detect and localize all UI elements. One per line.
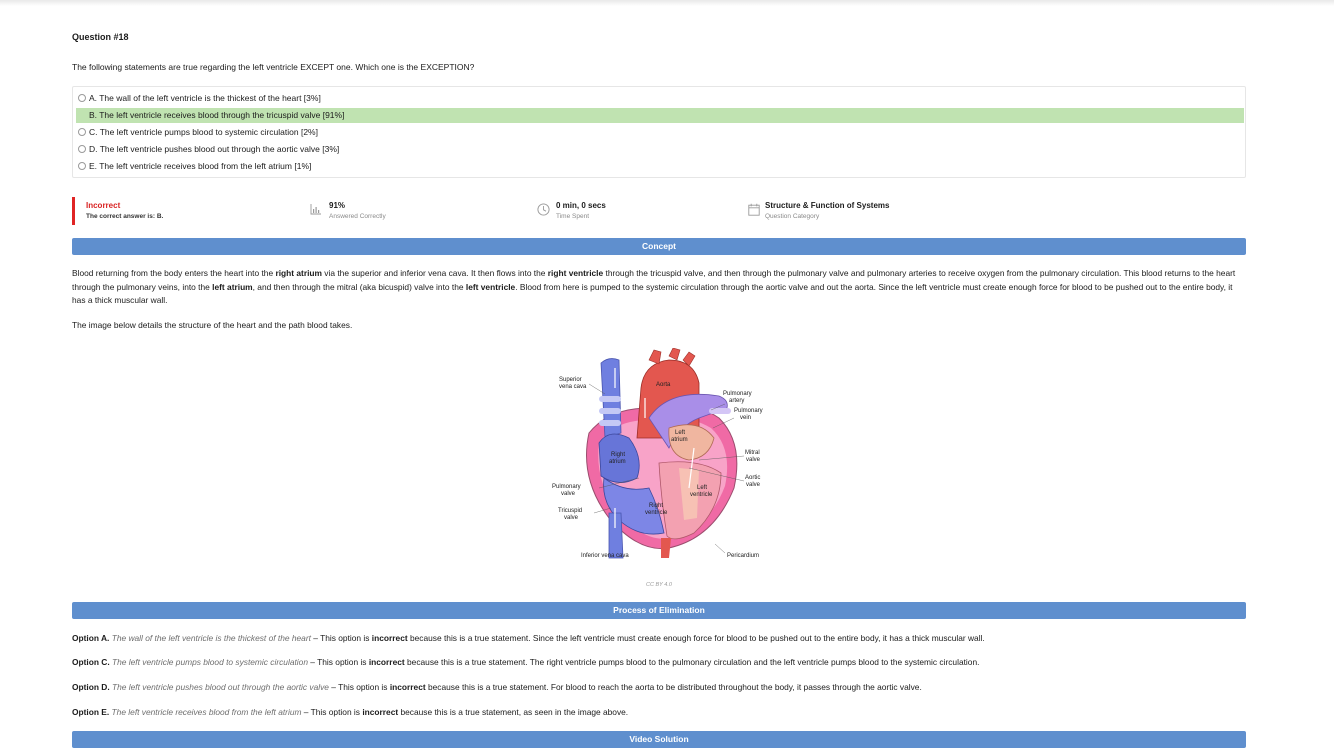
svg-text:valve: valve	[564, 515, 579, 521]
result-stats: Incorrect The correct answer is: B. 91% …	[72, 197, 1246, 225]
svg-text:vein: vein	[740, 415, 751, 421]
svg-text:valve: valve	[746, 457, 761, 463]
radio-a[interactable]	[78, 94, 86, 102]
label-inferior-vena-cava: Inferior vena cava	[581, 553, 629, 559]
video-solution-header[interactable]: Video Solution	[72, 731, 1246, 748]
elimination-item-e: Option E. The left ventricle receives bl…	[72, 707, 629, 717]
question-category-label: Question Category	[765, 213, 820, 220]
radio-e[interactable]	[78, 162, 86, 170]
option-a-label: A. The wall of the left ventricle is the…	[89, 93, 321, 103]
label-left-ventricle: Left	[697, 485, 707, 491]
label-aorta: Aorta	[656, 382, 671, 388]
concept-image-intro: The image below details the structure of…	[72, 320, 353, 330]
result-title: Incorrect	[86, 201, 121, 210]
option-d[interactable]: D. The left ventricle pushes blood out t…	[76, 142, 1244, 157]
time-spent-value: 0 min, 0 secs	[556, 201, 606, 210]
option-b-correct[interactable]: B. The left ventricle receives blood thr…	[76, 108, 1244, 123]
question-text: The following statements are true regard…	[72, 62, 475, 72]
question-category-value: Structure & Function of Systems	[765, 201, 890, 210]
answered-correctly-label: Answered Correctly	[329, 213, 386, 220]
concept-paragraph: Blood returning from the body enters the…	[72, 268, 1236, 305]
label-pericardium: Pericardium	[727, 553, 759, 559]
answered-correctly-value: 91%	[329, 201, 346, 210]
label-superior-vena-cava: Superior	[559, 377, 582, 383]
svg-text:artery: artery	[729, 398, 744, 404]
label-pulmonary-artery: Pulmonary	[723, 391, 752, 397]
label-left-atrium: Left	[675, 430, 685, 436]
option-e[interactable]: E. The left ventricle receives blood fro…	[76, 159, 1244, 174]
option-c-label: C. The left ventricle pumps blood to sys…	[89, 127, 318, 137]
label-right-ventricle: Right	[649, 503, 663, 509]
label-tricuspid-valve: Tricuspid	[558, 508, 582, 514]
label-right-atrium: Right	[611, 452, 625, 458]
radio-c[interactable]	[78, 128, 86, 136]
calendar-icon	[748, 203, 760, 216]
svg-text:ventricle: ventricle	[690, 492, 713, 498]
option-b-label: B. The left ventricle receives blood thr…	[89, 110, 345, 120]
svg-text:atrium: atrium	[609, 459, 626, 465]
svg-text:ventricle: ventricle	[645, 510, 668, 516]
option-d-label: D. The left ventricle pushes blood out t…	[89, 144, 340, 154]
incorrect-indicator-bar	[72, 197, 75, 225]
label-aortic-valve: Aortic	[745, 475, 760, 481]
svg-text:valve: valve	[561, 491, 576, 497]
elimination-item-c: Option C. The left ventricle pumps blood…	[72, 657, 980, 667]
label-pulmonary-vein: Pulmonary	[734, 408, 763, 414]
radio-d[interactable]	[78, 145, 86, 153]
concept-header: Concept	[72, 238, 1246, 255]
svg-text:vena cava: vena cava	[559, 384, 587, 390]
top-shadow-bar	[0, 0, 1334, 6]
elimination-item-a: Option A. The wall of the left ventricle…	[72, 633, 985, 643]
image-credit: CC BY 4.0	[646, 582, 672, 588]
option-c[interactable]: C. The left ventricle pumps blood to sys…	[76, 125, 1244, 140]
svg-text:atrium: atrium	[671, 437, 688, 443]
clock-icon	[537, 203, 550, 216]
option-a[interactable]: A. The wall of the left ventricle is the…	[76, 91, 1244, 106]
time-spent-label: Time Spent	[556, 213, 589, 220]
correct-answer-note: The correct answer is: B.	[86, 213, 164, 220]
option-e-label: E. The left ventricle receives blood fro…	[89, 161, 312, 171]
elimination-item-d: Option D. The left ventricle pushes bloo…	[72, 682, 922, 692]
svg-text:valve: valve	[746, 482, 761, 488]
heart-diagram: Superior vena cava Aorta Pulmonary arter…	[552, 348, 763, 559]
label-mitral-valve: Mitral	[745, 450, 760, 456]
elimination-header: Process of Elimination	[72, 602, 1246, 619]
label-pulmonary-valve: Pulmonary	[552, 484, 581, 490]
answer-options: A. The wall of the left ventricle is the…	[72, 86, 1246, 178]
question-number: Question #18	[72, 32, 129, 42]
bar-chart-icon	[310, 204, 321, 215]
